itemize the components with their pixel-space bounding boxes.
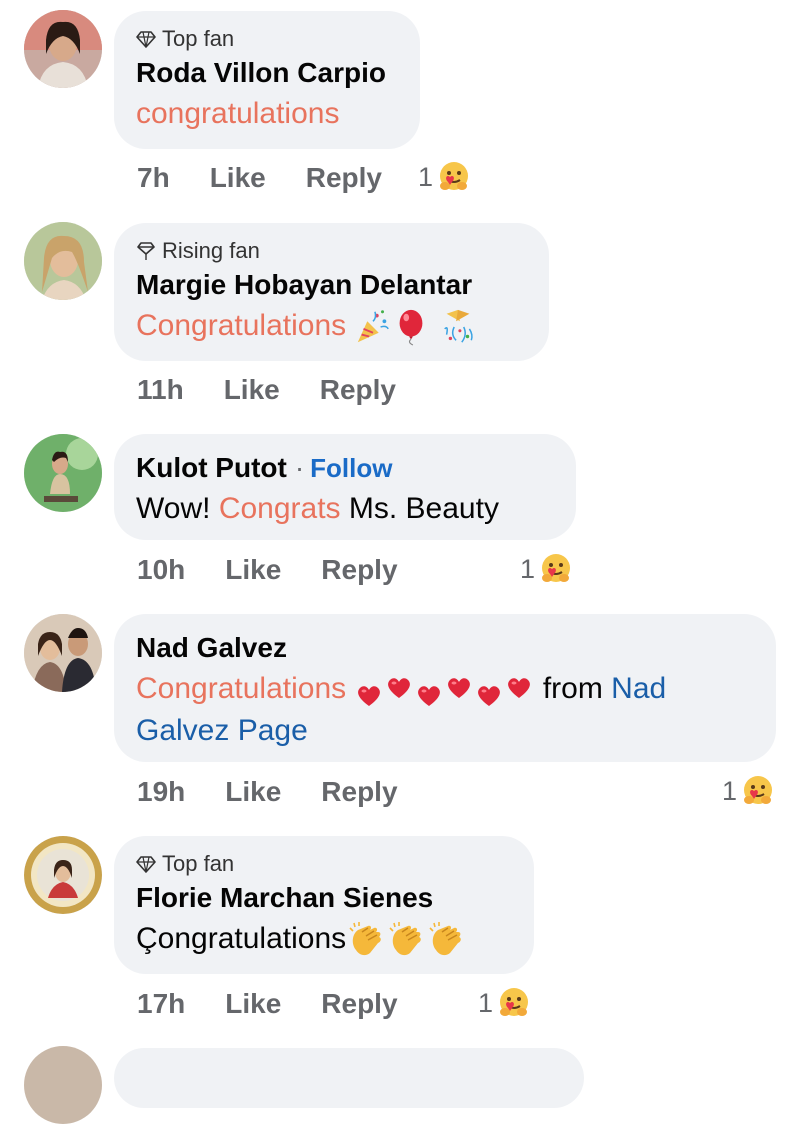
name-separator: · xyxy=(294,452,305,483)
heart-icon xyxy=(504,672,534,702)
commenter-name[interactable]: Margie Hobayan Delantar xyxy=(136,265,527,305)
avatar[interactable] xyxy=(24,614,102,692)
reply-button[interactable]: Reply xyxy=(321,776,397,808)
comment-actions: 19h Like Reply xyxy=(137,776,438,808)
heart-icon xyxy=(354,680,384,710)
heart-icon xyxy=(414,680,444,710)
comment-text: Congratulations xyxy=(136,305,527,347)
commenter-name[interactable]: Roda Villon Carpio xyxy=(136,53,398,93)
like-button[interactable]: Like xyxy=(224,374,280,406)
comment-actions: 10h Like Reply xyxy=(137,554,438,586)
comment-timestamp[interactable]: 11h xyxy=(137,374,184,406)
highlighted-text: Congratulations xyxy=(136,309,347,342)
fan-badge: Top fan xyxy=(136,25,398,53)
like-button[interactable]: Like xyxy=(225,776,281,808)
comment-bubble: Kulot Putot · Follow Wow! Congrats Ms. B… xyxy=(114,434,576,540)
balloon-icon xyxy=(392,308,430,346)
care-emoji-icon xyxy=(539,552,573,586)
comment-bubble: Top fan Roda Villon Carpio congratulatio… xyxy=(114,11,420,149)
avatar[interactable] xyxy=(24,10,102,88)
comment-text: congratulations xyxy=(136,93,398,135)
comment-actions: 7h Like Reply xyxy=(137,162,422,194)
comment-actions: 11h Like Reply xyxy=(137,374,436,406)
highlighted-text: Congrats xyxy=(218,492,341,525)
commenter-name-row: Kulot Putot · Follow xyxy=(136,448,554,488)
reply-button[interactable]: Reply xyxy=(306,162,382,194)
commenter-name[interactable]: Kulot Putot xyxy=(136,448,287,488)
comment-bubble: Nad Galvez Congratulations from Nad Galv… xyxy=(114,614,776,762)
reaction-count[interactable]: 1 xyxy=(478,986,531,1020)
reply-button[interactable]: Reply xyxy=(321,988,397,1020)
like-button[interactable]: Like xyxy=(225,554,281,586)
reaction-count[interactable]: 1 xyxy=(722,774,775,808)
heart-icon xyxy=(384,672,414,702)
care-emoji-icon xyxy=(741,774,775,808)
avatar[interactable] xyxy=(24,222,102,300)
heart-icon xyxy=(444,672,474,702)
next-comment-avatar xyxy=(24,1046,102,1124)
highlighted-text: congratulations xyxy=(136,97,340,130)
diamond-icon xyxy=(136,29,156,49)
comment-timestamp[interactable]: 7h xyxy=(137,162,170,194)
reaction-count[interactable]: 1 xyxy=(520,552,573,586)
commenter-name[interactable]: Nad Galvez xyxy=(136,628,754,668)
rising-fan-icon xyxy=(136,241,156,261)
reply-button[interactable]: Reply xyxy=(320,374,396,406)
next-comment-bubble xyxy=(114,1048,584,1108)
clapping-hands-icon xyxy=(426,920,466,960)
clapping-hands-icon xyxy=(346,920,386,960)
comment-timestamp[interactable]: 19h xyxy=(137,776,185,808)
like-button[interactable]: Like xyxy=(225,988,281,1020)
care-emoji-icon xyxy=(497,986,531,1020)
like-button[interactable]: Like xyxy=(210,162,266,194)
reaction-count[interactable]: 1 xyxy=(418,160,471,194)
heart-icon xyxy=(474,680,504,710)
comment-timestamp[interactable]: 10h xyxy=(137,554,185,586)
comment-bubble: Top fan Florie Marchan Sienes Çongratula… xyxy=(114,836,534,974)
comment-bubble: Rising fan Margie Hobayan Delantar Congr… xyxy=(114,223,549,361)
avatar[interactable] xyxy=(24,434,102,512)
comment-timestamp[interactable]: 17h xyxy=(137,988,185,1020)
fan-badge: Top fan xyxy=(136,850,512,878)
reply-button[interactable]: Reply xyxy=(321,554,397,586)
fan-badge: Rising fan xyxy=(136,237,527,265)
party-popper-icon xyxy=(354,308,392,346)
confetti-icon xyxy=(439,308,477,346)
follow-button[interactable]: Follow xyxy=(310,448,392,488)
care-emoji-icon xyxy=(437,160,471,194)
diamond-icon xyxy=(136,854,156,874)
comment-text: Wow! Congrats Ms. Beauty xyxy=(136,492,499,525)
highlighted-text: Congratulations xyxy=(136,672,347,705)
comment-text: Congratulations from Nad Galvez Page xyxy=(136,672,667,748)
clapping-hands-icon xyxy=(386,920,426,960)
commenter-name[interactable]: Florie Marchan Sienes xyxy=(136,878,512,918)
comment-text: Çongratulations xyxy=(136,918,512,960)
comment-actions: 17h Like Reply xyxy=(137,988,438,1020)
avatar[interactable] xyxy=(24,836,102,914)
